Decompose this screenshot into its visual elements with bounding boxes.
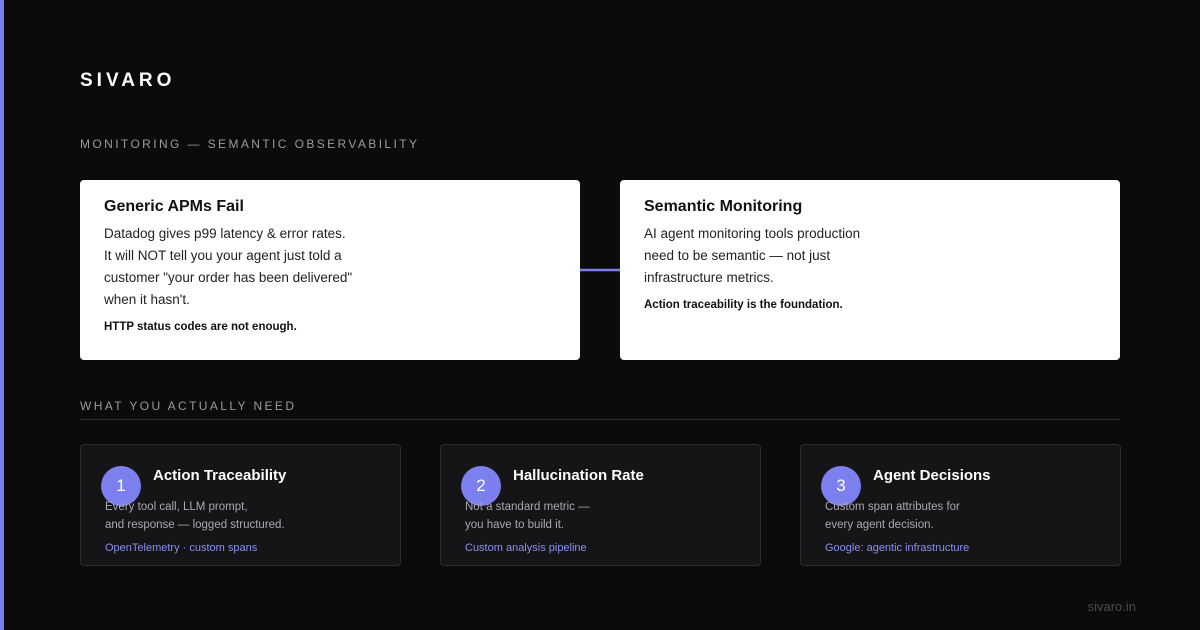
card-semantic-monitoring: Semantic Monitoring AI agent monitoring … — [620, 180, 1120, 360]
card-note: HTTP status codes are not enough. — [104, 321, 297, 333]
need-line: every agent decision. — [825, 519, 934, 531]
card-generic-apms: Generic APMs Fail Datadog gives p99 late… — [80, 180, 580, 360]
card-line: when it hasn't. — [104, 292, 190, 307]
accent-bar — [0, 0, 4, 630]
need-reference: Google: agentic infrastructure — [825, 542, 970, 554]
need-title: Action Traceability — [153, 467, 287, 484]
need-title: Hallucination Rate — [513, 467, 644, 484]
card-line: need to be semantic — not just — [644, 248, 831, 263]
need-line: Custom span attributes for — [825, 501, 960, 513]
need-reference: OpenTelemetry · custom spans — [105, 542, 258, 554]
section-divider — [80, 419, 1120, 420]
card-line: infrastructure metrics. — [644, 270, 774, 285]
section-heading-monitoring: MONITORING — SEMANTIC OBSERVABILITY — [80, 137, 420, 151]
card-body: Datadog gives p99 latency & error rates.… — [104, 223, 556, 311]
need-card-hallucination-rate: 2 Hallucination Rate Not a standard metr… — [440, 444, 761, 566]
section-heading-needs: WHAT YOU ACTUALLY NEED — [80, 399, 297, 413]
card-line: Datadog gives p99 latency & error rates. — [104, 226, 346, 241]
need-description: Custom span attributes for every agent d… — [825, 498, 960, 534]
need-line: Every tool call, LLM prompt, — [105, 501, 248, 513]
need-line: and response — logged structured. — [105, 519, 285, 531]
need-description: Not a standard metric — you have to buil… — [465, 498, 590, 534]
need-card-agent-decisions: 3 Agent Decisions Custom span attributes… — [800, 444, 1121, 566]
card-line: customer "your order has been delivered" — [104, 270, 353, 285]
card-body: AI agent monitoring tools production nee… — [644, 223, 1096, 289]
need-line: Not a standard metric — — [465, 501, 590, 513]
card-line: It will NOT tell you your agent just tol… — [104, 248, 342, 263]
need-line: you have to build it. — [465, 519, 565, 531]
card-title: Generic APMs Fail — [104, 198, 244, 215]
card-line: AI agent monitoring tools production — [644, 226, 861, 241]
need-description: Every tool call, LLM prompt, and respons… — [105, 498, 285, 534]
need-reference: Custom analysis pipeline — [465, 542, 587, 554]
card-title: Semantic Monitoring — [644, 198, 803, 215]
need-title: Agent Decisions — [873, 467, 991, 484]
need-card-action-traceability: 1 Action Traceability Every tool call, L… — [80, 444, 401, 566]
card-note: Action traceability is the foundation. — [644, 299, 843, 311]
brand-logo: SIVARO — [80, 70, 176, 91]
footer-url: sivaro.in — [1087, 599, 1136, 614]
